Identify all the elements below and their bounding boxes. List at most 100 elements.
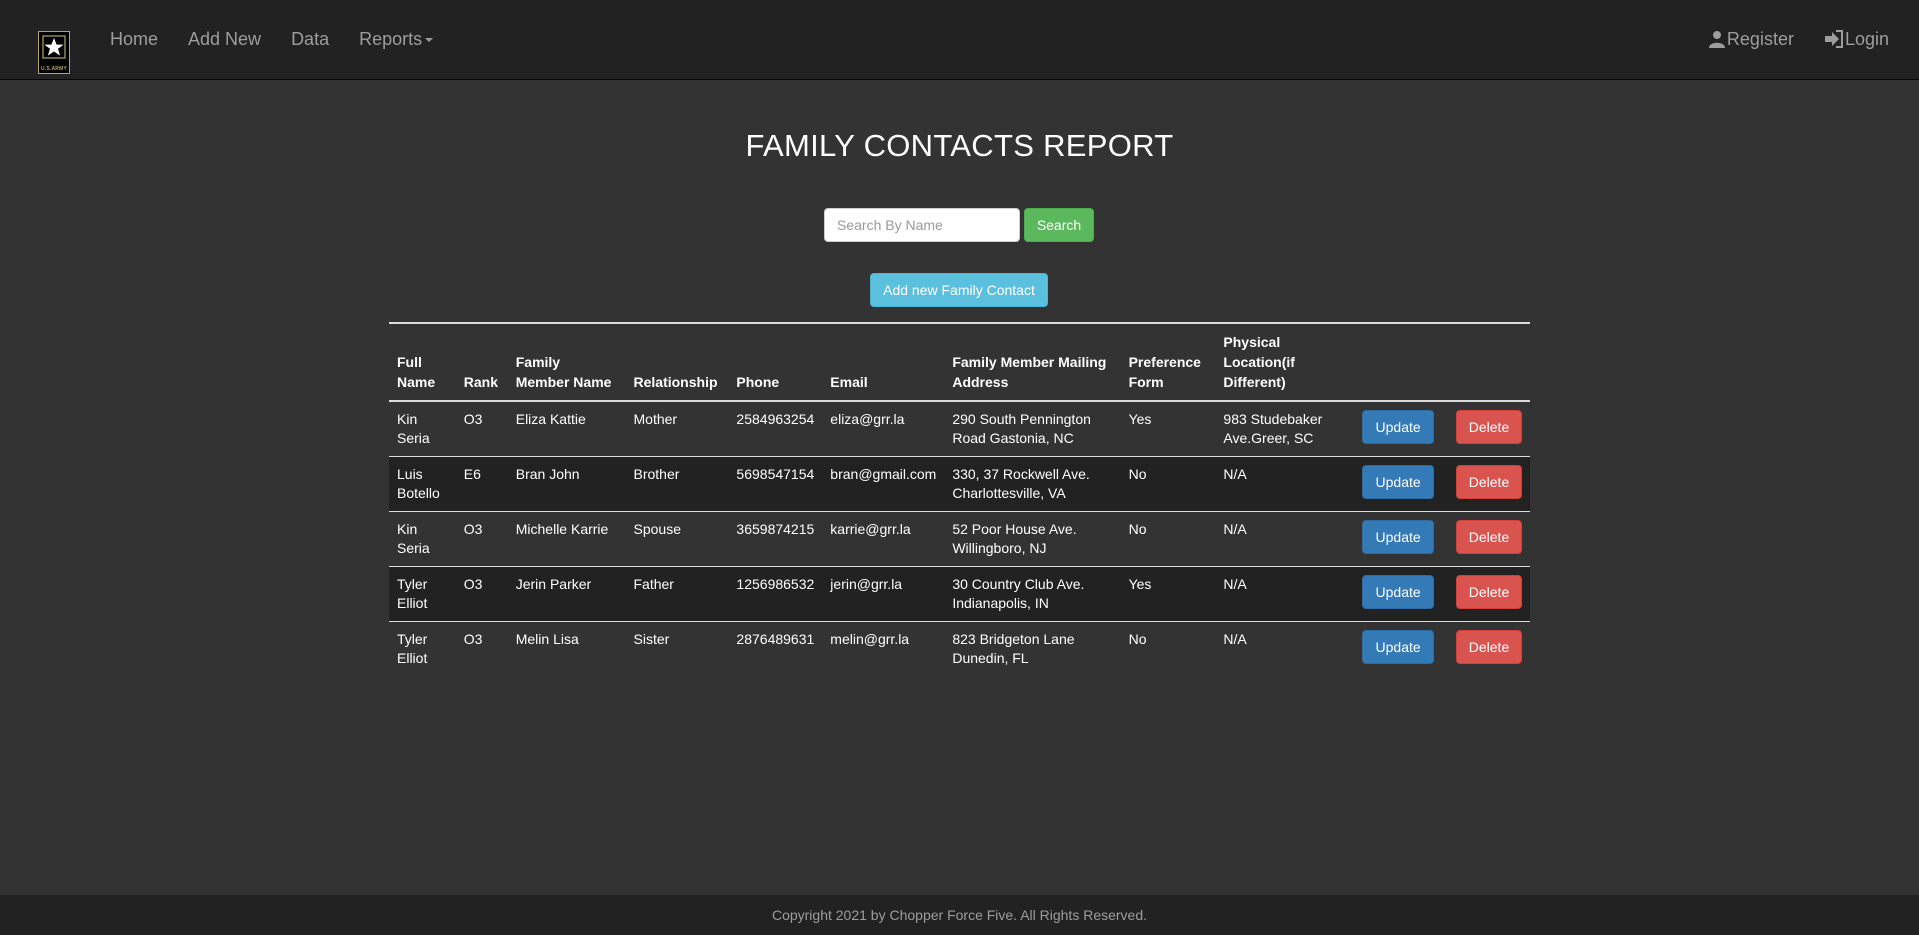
cell-phone: 3659874215 <box>728 511 823 567</box>
cell-preference-form: No <box>1120 511 1216 567</box>
cell-full-name: Kin Seria <box>397 411 430 446</box>
cell-preference-form: No <box>1120 456 1216 512</box>
family-contacts-table: Full Name Rank Family Member Name Relati… <box>389 322 1530 676</box>
delete-button[interactable]: Delete <box>1456 575 1522 609</box>
cell-family-member-name: Jerin Parker <box>507 566 626 622</box>
cell-relationship: Father <box>625 566 729 622</box>
cell-address: 52 Poor House Ave. Willingboro, NJ <box>944 511 1121 567</box>
cell-address: 290 South Pennington Road Gastonia, NC <box>952 411 1091 446</box>
nav-reports-dropdown[interactable]: Reports <box>344 29 448 50</box>
update-button[interactable]: Update <box>1362 575 1435 609</box>
cell-preference-form: Yes <box>1128 411 1152 427</box>
cell-physical-location: N/A <box>1215 566 1351 622</box>
cell-family-member-name: Melin Lisa <box>507 621 626 676</box>
cell-rank: E6 <box>455 456 508 512</box>
header-family-member-name: Family Member Name <box>507 322 626 402</box>
header-preference-form: Preference Form <box>1120 322 1216 402</box>
table-row: Kin Seria O3 Eliza Kattie Mother 2584963… <box>389 401 1530 457</box>
cell-relationship: Sister <box>625 621 729 676</box>
cell-family-member-name: Bran John <box>507 456 626 512</box>
footer: Copyright 2021 by Chopper Force Five. Al… <box>0 895 1919 935</box>
cell-relationship: Brother <box>625 456 729 512</box>
cell-address: 823 Bridgeton Lane Dunedin, FL <box>944 621 1121 676</box>
log-in-icon <box>1824 30 1843 48</box>
delete-button[interactable]: Delete <box>1456 410 1522 444</box>
add-family-contact-button[interactable]: Add new Family Contact <box>870 273 1048 307</box>
update-cell: Update <box>1350 456 1443 512</box>
search-button[interactable]: Search <box>1024 208 1094 242</box>
update-button[interactable]: Update <box>1362 465 1435 499</box>
nav-add-new[interactable]: Add New <box>173 29 276 50</box>
cell-phone: 1256986532 <box>728 566 823 622</box>
nav-home[interactable]: Home <box>95 29 173 50</box>
update-cell: Update <box>1350 401 1442 457</box>
caret-down-icon <box>425 37 434 42</box>
main-nav: Home Add New Data Reports <box>95 0 448 78</box>
update-button[interactable]: Update <box>1362 520 1435 554</box>
cell-email: eliza@grr.la <box>830 411 905 427</box>
table-row: Tyler Elliot O3 Jerin Parker Father 1256… <box>389 566 1530 622</box>
search-form: Search <box>824 208 1094 242</box>
top-navbar: U.S.ARMY Home Add New Data Reports Regis… <box>0 0 1919 80</box>
header-relationship: Relationship <box>625 322 729 402</box>
cell-family-member-name: Eliza Kattie <box>515 411 586 427</box>
cell-relationship: Spouse <box>625 511 729 567</box>
cell-rank: O3 <box>455 511 508 567</box>
update-button[interactable]: Update <box>1362 410 1435 444</box>
header-physical-location: Physical Location(if Different) <box>1215 322 1351 402</box>
delete-cell: Delete <box>1442 401 1530 457</box>
cell-phone: 5698547154 <box>728 456 823 512</box>
cell-physical-location: N/A <box>1215 456 1351 512</box>
table-row: Kin Seria O3 Michelle Karrie Spouse 3659… <box>389 511 1530 567</box>
header-full-name: Full Name <box>389 322 456 402</box>
cell-full-name: Kin Seria <box>389 511 456 567</box>
cell-phone: 2876489631 <box>728 621 823 676</box>
delete-button[interactable]: Delete <box>1456 520 1522 554</box>
cell-rank: O3 <box>463 411 483 427</box>
cell-rank: O3 <box>455 621 508 676</box>
cell-relationship: Mother <box>633 411 678 427</box>
cell-full-name: Tyler Elliot <box>389 621 456 676</box>
page-title: FAMILY CONTACTS REPORT <box>745 128 1174 163</box>
header-mailing-address: Family Member Mailing Address <box>944 322 1121 402</box>
header-update <box>1350 322 1443 402</box>
user-icon <box>1708 31 1725 48</box>
cell-email: bran@gmail.com <box>822 456 945 512</box>
cell-physical-location: N/A <box>1215 621 1351 676</box>
logo-text: U.S.ARMY <box>40 66 68 72</box>
cell-physical-location: N/A <box>1215 511 1351 567</box>
register-label: Register <box>1726 28 1794 49</box>
nav-login[interactable]: Login <box>1809 29 1904 50</box>
update-cell: Update <box>1350 566 1443 622</box>
delete-button[interactable]: Delete <box>1456 630 1522 664</box>
cell-preference-form: Yes <box>1120 566 1216 622</box>
delete-cell: Delete <box>1442 511 1530 567</box>
header-delete <box>1442 322 1530 402</box>
login-label: Login <box>1844 28 1889 49</box>
delete-cell: Delete <box>1442 566 1530 622</box>
delete-cell: Delete <box>1442 456 1530 512</box>
delete-cell: Delete <box>1442 621 1530 676</box>
update-button[interactable]: Update <box>1362 630 1435 664</box>
cell-rank: O3 <box>455 566 508 622</box>
cell-physical-location: 983 Studebaker Ave.Greer, SC <box>1223 411 1323 446</box>
army-logo[interactable]: U.S.ARMY <box>38 31 70 74</box>
cell-email: melin@grr.la <box>822 621 945 676</box>
header-rank: Rank <box>455 322 508 402</box>
cell-phone: 2584963254 <box>736 411 815 427</box>
cell-full-name: Luis Botello <box>389 456 456 512</box>
nav-register[interactable]: Register <box>1693 29 1809 50</box>
nav-reports-label: Reports <box>359 28 423 49</box>
search-input[interactable] <box>824 208 1020 242</box>
header-phone: Phone <box>728 322 823 402</box>
cell-email: karrie@grr.la <box>822 511 945 567</box>
copyright-text: Copyright 2021 by Chopper Force Five. Al… <box>771 907 1148 923</box>
cell-preference-form: No <box>1120 621 1216 676</box>
account-nav: Register Login <box>1693 0 1904 78</box>
star-icon <box>42 35 66 59</box>
table-row: Luis Botello E6 Bran John Brother 569854… <box>389 456 1530 512</box>
header-email: Email <box>822 322 945 402</box>
nav-data[interactable]: Data <box>276 29 344 50</box>
cell-full-name: Tyler Elliot <box>389 566 456 622</box>
delete-button[interactable]: Delete <box>1456 465 1522 499</box>
